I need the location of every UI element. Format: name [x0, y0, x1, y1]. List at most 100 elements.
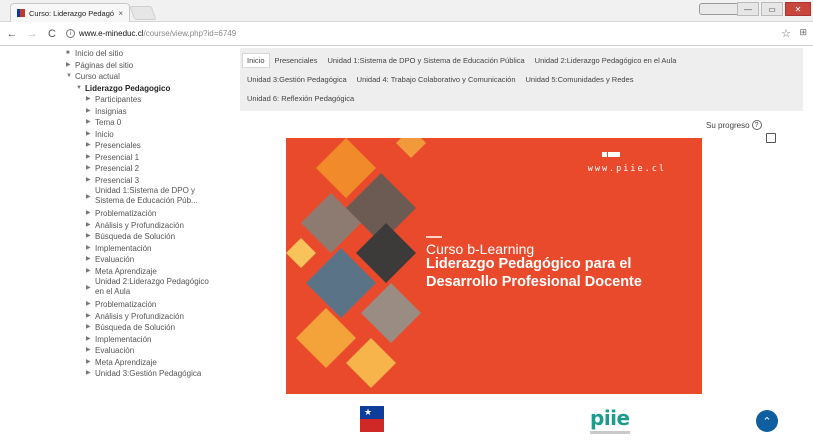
sidebar-item[interactable]: ▶ Participantes — [56, 94, 226, 106]
sidebar-item[interactable]: ▶ Inicio — [56, 129, 226, 141]
sidebar-item[interactable]: ▶ Implementación — [56, 243, 226, 255]
reload-button[interactable]: C — [44, 28, 60, 40]
sidebar-item[interactable]: ▶ Meta Aprendizaje — [56, 357, 226, 369]
sidebar-item[interactable]: ▶ Presencial 2 — [56, 163, 226, 175]
sidebar-item-label: Unidad 2:Liderazgo Pedagógico en el Aula — [95, 277, 209, 296]
caret-right-icon: ▶ — [66, 61, 71, 68]
profile-button[interactable] — [699, 3, 739, 15]
banner-title: Liderazgo Pedagógico para el Desarrollo … — [426, 256, 642, 290]
sidebar-item[interactable]: ▶ Análisis y Profundización — [56, 311, 226, 323]
tab-section[interactable]: Unidad 5:Comunidades y Redes — [521, 75, 639, 84]
sidebar-item[interactable]: ▶ Meta Aprendizaje — [56, 266, 226, 278]
sidebar-item[interactable]: ▶ Análisis y Profundización — [56, 220, 226, 232]
sidebar-item-label: Problematización — [95, 209, 157, 218]
sidebar-item-label: Presencial 3 — [95, 175, 140, 185]
sidebar-item[interactable]: ▶ Problematización — [56, 299, 226, 311]
sidebar-item-label: Búsqueda de Solución — [95, 232, 176, 241]
sidebar-item[interactable]: ▶ Tema 0 — [56, 117, 226, 129]
sidebar-item[interactable]: ▶ Unidad 1:Sistema de DPO y Sistema de Ed… — [56, 186, 226, 208]
tab-section[interactable]: Unidad 2:Liderazgo Pedagógico en el Aula — [530, 56, 682, 65]
sidebar-item-label: Presencial 1 — [95, 152, 140, 162]
help-icon[interactable]: ? — [751, 120, 762, 130]
piie-logo-text: piie — [590, 406, 630, 430]
tab-section[interactable]: Unidad 6: Reflexión Pedagógica — [242, 94, 359, 103]
sponsor-logos: ★ piie — [286, 396, 702, 444]
browser-tab[interactable]: Curso: Liderazgo Pedagó × — [10, 3, 130, 22]
new-tab-button[interactable] — [129, 6, 157, 20]
caret-right-icon: ▶ — [86, 244, 91, 251]
window-controls: — ▭ ✕ — [737, 2, 811, 16]
site-favicon-icon — [17, 9, 25, 17]
caret-right-icon: ▶ — [86, 335, 91, 342]
course-banner: www.piie.cl Curso b-Learning Liderazgo P… — [286, 138, 702, 394]
sidebar-item-label: Unidad 3:Gestión Pedagógica — [95, 369, 202, 378]
chevron-up-icon: ⌃ — [762, 415, 772, 428]
url-field[interactable]: i www.e-mineduc.cl/course/view.php?id=67… — [66, 29, 236, 38]
sidebar-item[interactable]: ▶ Insignias — [56, 106, 226, 118]
sidebar-item[interactable]: ▶ Búsqueda de Solución — [56, 322, 226, 334]
tab-section[interactable]: Presenciales — [270, 56, 323, 65]
sidebar-item-label: Presenciales — [95, 141, 141, 150]
sidebar-item[interactable]: ▶ Unidad 3:Gestión Pedagógica — [56, 368, 226, 380]
tab-section[interactable]: Unidad 4: Trabajo Colaborativo y Comunic… — [352, 75, 521, 84]
sidebar-item[interactable]: ▶ Problematización — [56, 208, 226, 220]
sidebar-item[interactable]: ▶ Unidad 2:Liderazgo Pedagógico en el Aul… — [56, 277, 226, 299]
minimize-button[interactable]: — — [737, 2, 759, 16]
tab-title: Curso: Liderazgo Pedagó — [29, 8, 115, 18]
tab-close-icon[interactable]: × — [118, 9, 123, 18]
back-button[interactable]: ← — [4, 28, 20, 40]
caret-right-icon: ▶ — [86, 267, 91, 274]
sidebar-item-label: Búsqueda de Solución — [95, 323, 176, 332]
sidebar-item-label: Análisis y Profundización — [95, 311, 184, 321]
bullet-icon: ■ — [66, 50, 70, 56]
tab-section[interactable]: Unidad 3:Gestión Pedagógica — [242, 75, 352, 84]
piie-logo: piie — [590, 406, 630, 434]
sidebar-item-label: Inicio — [95, 129, 114, 139]
restore-button[interactable]: ▭ — [761, 2, 783, 16]
caret-right-icon: ▶ — [86, 130, 91, 137]
sidebar-item[interactable]: ▶ Presencial 3 — [56, 175, 226, 187]
decor-square — [602, 152, 607, 157]
sidebar-item-label: Implementación — [95, 243, 152, 253]
sidebar-item[interactable]: ▼ Liderazgo Pedagogico — [56, 83, 226, 95]
caret-right-icon: ▶ — [86, 285, 91, 291]
url-path: /course/view.php?id=6749 — [143, 29, 237, 38]
bookmark-star-icon[interactable]: ☆ — [781, 27, 791, 40]
caret-right-icon: ▶ — [86, 153, 91, 160]
tab-section[interactable]: Unidad 1:Sistema de DPO y Sistema de Edu… — [322, 56, 529, 65]
sidebar-item[interactable]: ▶ Implementación — [56, 334, 226, 346]
course-section-nav: Inicio Presenciales Unidad 1:Sistema de DP… — [240, 48, 803, 111]
caret-right-icon: ▶ — [86, 142, 91, 148]
sidebar-item[interactable]: ■ Inicio del sitio — [56, 48, 226, 60]
caret-right-icon: ▶ — [86, 176, 91, 183]
sidebar-item[interactable]: ▶ Búsqueda de Solución — [56, 231, 226, 243]
caret-right-icon: ▶ — [86, 233, 91, 239]
close-window-button[interactable]: ✕ — [785, 2, 811, 16]
scroll-to-top-button[interactable]: ⌃ — [756, 410, 778, 432]
tab-section[interactable]: Inicio — [242, 53, 270, 68]
caret-right-icon: ▶ — [86, 210, 91, 216]
sidebar-item[interactable]: ▶ Evaluación — [56, 345, 226, 357]
sidebar-item[interactable]: ▶ Presenciales — [56, 140, 226, 152]
navigation-sidebar: ■ Inicio del sitio ▶ Páginas del sitio ▼ Curs… — [56, 48, 226, 444]
sidebar-item[interactable]: ▶ Evaluación — [56, 254, 226, 266]
caret-right-icon: ▶ — [86, 107, 91, 114]
extension-icon[interactable]: ⊞ — [799, 27, 807, 38]
caret-right-icon: ▶ — [86, 312, 91, 319]
sidebar-item[interactable]: ▶ Páginas del sitio — [56, 60, 226, 72]
progress-indicator: Su progreso ? — [706, 120, 762, 130]
sidebar-item-label: Páginas del sitio — [75, 60, 134, 70]
title-accent — [426, 236, 442, 238]
sidebar-item[interactable]: ▶ Presencial 1 — [56, 152, 226, 164]
info-icon[interactable]: i — [66, 29, 75, 38]
progress-checkbox[interactable] — [766, 133, 776, 143]
caret-right-icon: ▶ — [86, 96, 91, 102]
banner-url: www.piie.cl — [587, 164, 666, 174]
topnav-row: Unidad 3:Gestión Pedagógica Unidad 4: Tra… — [242, 70, 801, 89]
sidebar-item-label: Curso actual — [75, 72, 120, 81]
sidebar-item-label: Unidad 1:Sistema de DPO y Sistema de Edu… — [95, 186, 198, 205]
caret-right-icon: ▶ — [86, 256, 91, 262]
forward-button[interactable]: → — [24, 28, 40, 40]
sidebar-item-label: Tema 0 — [95, 118, 122, 127]
sidebar-item[interactable]: ▼ Curso actual — [56, 71, 226, 83]
